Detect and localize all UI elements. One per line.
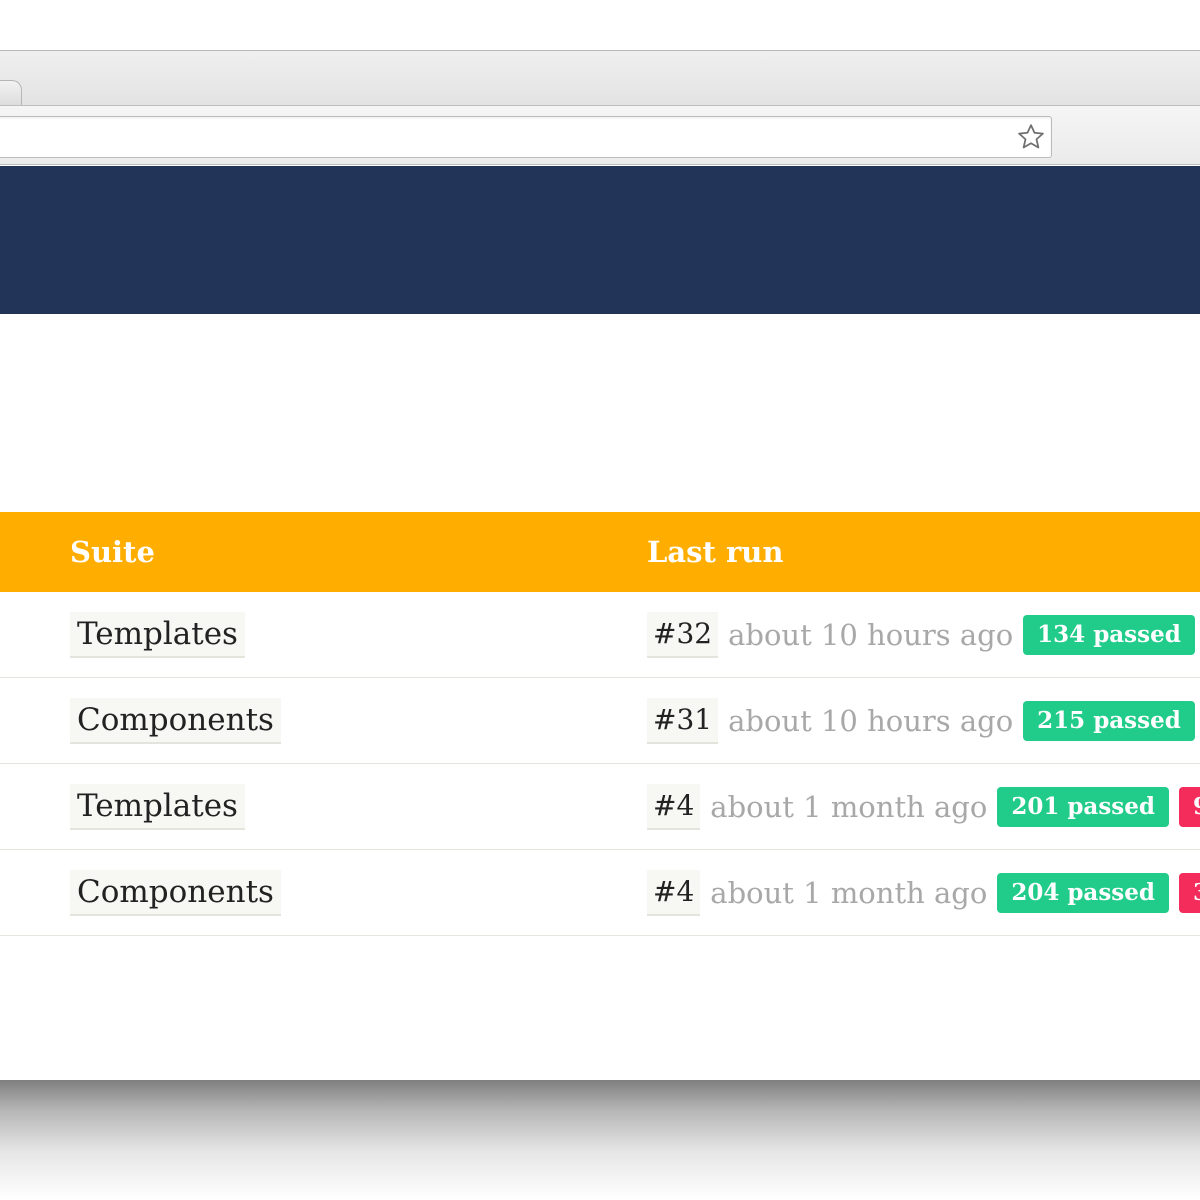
table-row: Templates #32 about 10 hours ago 134 pas… — [0, 592, 1200, 678]
page-top-margin — [0, 0, 1200, 50]
last-run-cell: #32 about 10 hours ago 134 passed 13 — [647, 612, 1200, 658]
run-number-link[interactable]: #32 — [647, 612, 719, 658]
suite-link[interactable]: Templates — [70, 784, 245, 830]
run-time: about 10 hours ago — [728, 704, 1014, 738]
window-drop-shadow — [0, 1080, 1200, 1200]
star-outline-icon[interactable] — [1012, 118, 1050, 156]
header-suite: Suite — [70, 535, 155, 569]
passed-badge: 201 passed — [997, 787, 1169, 827]
run-time: about 1 month ago — [710, 876, 988, 910]
suite-link[interactable]: Components — [70, 870, 281, 916]
app-navbar — [0, 166, 1200, 314]
run-number-link[interactable]: #4 — [647, 784, 701, 830]
last-run-cell: #4 about 1 month ago 204 passed 3 fa — [647, 870, 1200, 916]
suites-table: Suite Last run Templates #32 about 10 ho… — [0, 512, 1200, 936]
passed-badge: 134 passed — [1023, 615, 1195, 655]
table-row: Templates #4 about 1 month ago 201 passe… — [0, 764, 1200, 850]
run-time: about 1 month ago — [710, 790, 988, 824]
browser-tab[interactable] — [0, 80, 22, 106]
header-last-run: Last run — [647, 535, 784, 569]
failed-badge: 3 fa — [1178, 873, 1200, 913]
run-number-link[interactable]: #31 — [647, 698, 719, 744]
suite-link[interactable]: Templates — [70, 612, 245, 658]
table-header: Suite Last run — [0, 512, 1200, 592]
suite-link[interactable]: Components — [70, 698, 281, 744]
last-run-cell: #31 about 10 hours ago 215 passed 4 f — [647, 698, 1200, 744]
passed-badge: 204 passed — [997, 873, 1169, 913]
run-time: about 10 hours ago — [728, 618, 1014, 652]
run-number-link[interactable]: #4 — [647, 870, 701, 916]
last-run-cell: #4 about 1 month ago 201 passed 9 fa — [647, 784, 1200, 830]
address-bar[interactable] — [0, 116, 1052, 158]
table-row: Components #31 about 10 hours ago 215 pa… — [0, 678, 1200, 764]
failed-badge: 9 fa — [1178, 787, 1200, 827]
passed-badge: 215 passed — [1023, 701, 1195, 741]
table-row: Components #4 about 1 month ago 204 pass… — [0, 850, 1200, 936]
browser-tab-strip — [0, 51, 1200, 105]
